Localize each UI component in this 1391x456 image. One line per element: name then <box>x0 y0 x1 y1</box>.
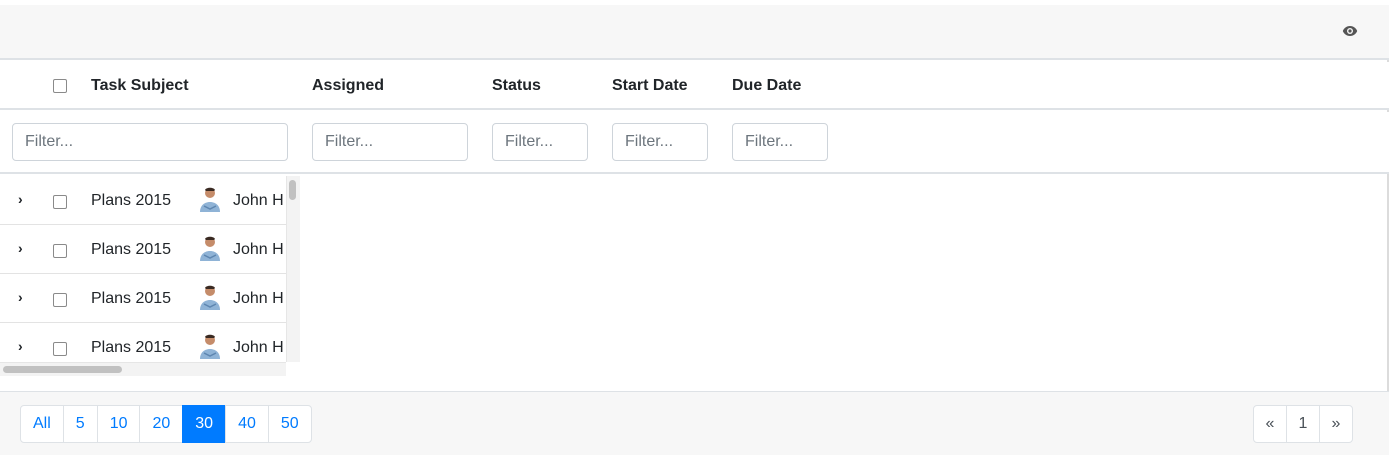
page-size-30[interactable]: 30 <box>182 405 227 443</box>
page-size-5[interactable]: 5 <box>62 405 98 443</box>
select-all-checkbox[interactable] <box>53 79 67 93</box>
task-subject-cell: Plans 2015 <box>91 339 172 356</box>
column-header-assigned[interactable]: Assigned <box>312 77 384 95</box>
horizontal-scrollbar-thumb[interactable] <box>3 366 122 373</box>
column-header-task-subject[interactable]: Task Subject <box>91 77 189 95</box>
vertical-scrollbar[interactable] <box>286 176 300 362</box>
assigned-cell: John H <box>233 241 284 258</box>
column-header-start-date[interactable]: Start Date <box>612 77 688 95</box>
filter-start-date[interactable] <box>612 123 708 161</box>
chevron-right-icon[interactable]: › <box>18 290 30 304</box>
filter-row <box>0 112 1389 174</box>
chevron-right-icon[interactable]: › <box>18 192 30 206</box>
table-row[interactable]: › Plans 2015 John H <box>0 274 286 323</box>
avatar-icon <box>198 284 222 310</box>
row-checkbox[interactable] <box>53 195 67 209</box>
row-checkbox[interactable] <box>53 342 67 356</box>
table-row[interactable]: › Plans 2015 John H <box>0 225 286 274</box>
column-header-status[interactable]: Status <box>492 77 541 95</box>
prev-page-button[interactable]: « <box>1253 405 1287 443</box>
filter-assigned[interactable] <box>312 123 468 161</box>
task-subject-cell: Plans 2015 <box>91 192 172 209</box>
row-checkbox[interactable] <box>53 293 67 307</box>
page-1-button[interactable]: 1 <box>1286 405 1320 443</box>
vertical-scrollbar-thumb[interactable] <box>289 180 296 200</box>
page-size-20[interactable]: 20 <box>139 405 184 443</box>
column-header-row: Task Subject Assigned Status Start Date … <box>0 62 1389 110</box>
grid-toolbar <box>0 5 1389 60</box>
avatar-icon <box>198 186 222 212</box>
task-subject-cell: Plans 2015 <box>91 241 172 258</box>
column-header-due-date[interactable]: Due Date <box>732 77 801 95</box>
row-checkbox[interactable] <box>53 244 67 258</box>
page-size-all[interactable]: All <box>20 405 64 443</box>
page-size-40[interactable]: 40 <box>225 405 269 443</box>
avatar-icon <box>198 235 222 261</box>
assigned-cell: John H <box>233 339 284 356</box>
tree-grid: Task Subject Assigned Status Start Date … <box>0 5 1389 455</box>
chevron-right-icon[interactable]: › <box>18 339 30 353</box>
chevron-right-icon[interactable]: › <box>18 241 30 255</box>
pagination: « 1 » <box>1253 405 1353 443</box>
grid-footer: All 5 10 20 30 40 50 « 1 » <box>0 391 1389 455</box>
filter-task-subject[interactable] <box>12 123 288 161</box>
eye-icon[interactable] <box>1341 23 1359 39</box>
assigned-cell: John H <box>233 192 284 209</box>
task-subject-cell: Plans 2015 <box>91 290 172 307</box>
next-page-button[interactable]: » <box>1319 405 1353 443</box>
page-size-50[interactable]: 50 <box>267 405 312 443</box>
page-size-selector: All 5 10 20 30 40 50 <box>20 405 312 443</box>
filter-status[interactable] <box>492 123 588 161</box>
avatar-icon <box>198 333 222 359</box>
assigned-cell: John H <box>233 290 284 307</box>
page-size-10[interactable]: 10 <box>96 405 141 443</box>
rows-viewport[interactable]: › Plans 2015 John H › Plans 2015 John H … <box>0 176 300 376</box>
table-row[interactable]: › Plans 2015 John H <box>0 176 286 225</box>
filter-due-date[interactable] <box>732 123 828 161</box>
